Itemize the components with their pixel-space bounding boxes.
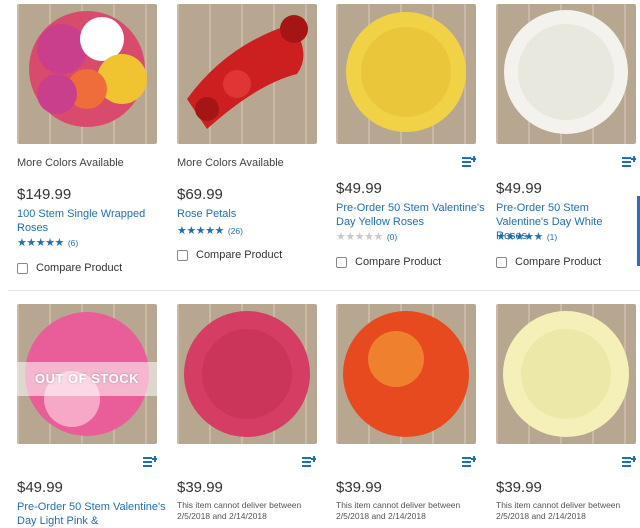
compare-product[interactable]: Compare Product: [17, 262, 122, 274]
hot-pink-roses-image: [184, 311, 310, 437]
rating-count[interactable]: (26): [228, 226, 243, 236]
product-card[interactable]: [496, 4, 640, 144]
list-add-icon[interactable]: [622, 456, 636, 467]
rating-count[interactable]: (1): [547, 232, 557, 242]
product-image[interactable]: [496, 304, 636, 444]
product-image[interactable]: [177, 304, 317, 444]
product-price: $49.99: [496, 180, 542, 197]
product-price: $69.99: [177, 186, 223, 203]
list-add-icon[interactable]: [622, 156, 636, 167]
more-colors-label: More Colors Available: [177, 157, 284, 169]
compare-label: Compare Product: [355, 256, 442, 268]
white-roses-image: [504, 10, 628, 134]
product-price: $39.99: [496, 479, 542, 496]
row-divider: [8, 290, 640, 291]
product-image[interactable]: [177, 4, 317, 144]
rating-count[interactable]: (0): [387, 232, 397, 242]
star-rating-icon: ★★★★★: [336, 231, 383, 243]
product-card[interactable]: [177, 304, 327, 444]
rating-stars[interactable]: ★★★★★ (0): [336, 230, 397, 243]
star-rating-icon: ★★★★★: [177, 225, 224, 237]
list-add-icon[interactable]: [302, 456, 316, 467]
cream-roses-image: [503, 311, 629, 437]
product-name-link[interactable]: Rose Petals: [177, 207, 327, 221]
compare-product[interactable]: Compare Product: [336, 256, 441, 268]
product-card[interactable]: [177, 4, 327, 144]
more-colors-label: More Colors Available: [17, 157, 124, 169]
product-price: $149.99: [17, 186, 72, 203]
compare-product[interactable]: Compare Product: [496, 256, 601, 268]
compare-checkbox[interactable]: [17, 262, 28, 274]
star-rating-icon: ★★★★★: [17, 237, 64, 249]
compare-label: Compare Product: [515, 256, 602, 268]
compare-product[interactable]: Compare Product: [177, 249, 282, 261]
product-card[interactable]: [17, 4, 167, 144]
product-price: $39.99: [177, 479, 223, 496]
product-card[interactable]: [496, 304, 640, 444]
product-image[interactable]: [496, 4, 636, 144]
rating-count[interactable]: (6): [68, 238, 78, 248]
compare-checkbox[interactable]: [496, 256, 507, 268]
product-image[interactable]: [336, 304, 476, 444]
compare-label: Compare Product: [196, 249, 283, 261]
compare-label: Compare Product: [36, 262, 123, 274]
roses-image: [29, 11, 147, 127]
yellow-roses-image: [346, 12, 466, 132]
product-card[interactable]: OUT OF STOCK: [17, 304, 167, 444]
product-name-link[interactable]: Pre-Order 50 Stem Valentine's Day Light …: [17, 500, 167, 528]
product-name-link[interactable]: 100 Stem Single Wrapped Roses: [17, 207, 167, 235]
product-image[interactable]: [17, 4, 157, 144]
list-add-icon[interactable]: [462, 456, 476, 467]
rating-stars[interactable]: ★★★★★ (6): [17, 236, 78, 249]
out-of-stock-badge: OUT OF STOCK: [17, 362, 157, 396]
compare-checkbox[interactable]: [177, 249, 188, 261]
product-price: $49.99: [336, 180, 382, 197]
product-card[interactable]: [336, 304, 486, 444]
rating-stars[interactable]: ★★★★★ (1): [496, 230, 557, 243]
compare-checkbox[interactable]: [336, 256, 347, 268]
rating-stars[interactable]: ★★★★★ (26): [177, 224, 243, 237]
product-image[interactable]: [336, 4, 476, 144]
list-add-icon[interactable]: [462, 156, 476, 167]
orange-roses-image: [343, 311, 469, 437]
product-name-link[interactable]: Pre-Order 50 Stem Valentine's Day Yellow…: [336, 201, 486, 229]
star-rating-icon: ★★★★★: [496, 231, 543, 243]
product-price: $39.99: [336, 479, 382, 496]
product-image[interactable]: OUT OF STOCK: [17, 304, 157, 444]
rose-petals-image: [187, 15, 308, 129]
product-card[interactable]: [336, 4, 486, 144]
list-add-icon[interactable]: [143, 456, 157, 467]
product-price: $49.99: [17, 479, 63, 496]
